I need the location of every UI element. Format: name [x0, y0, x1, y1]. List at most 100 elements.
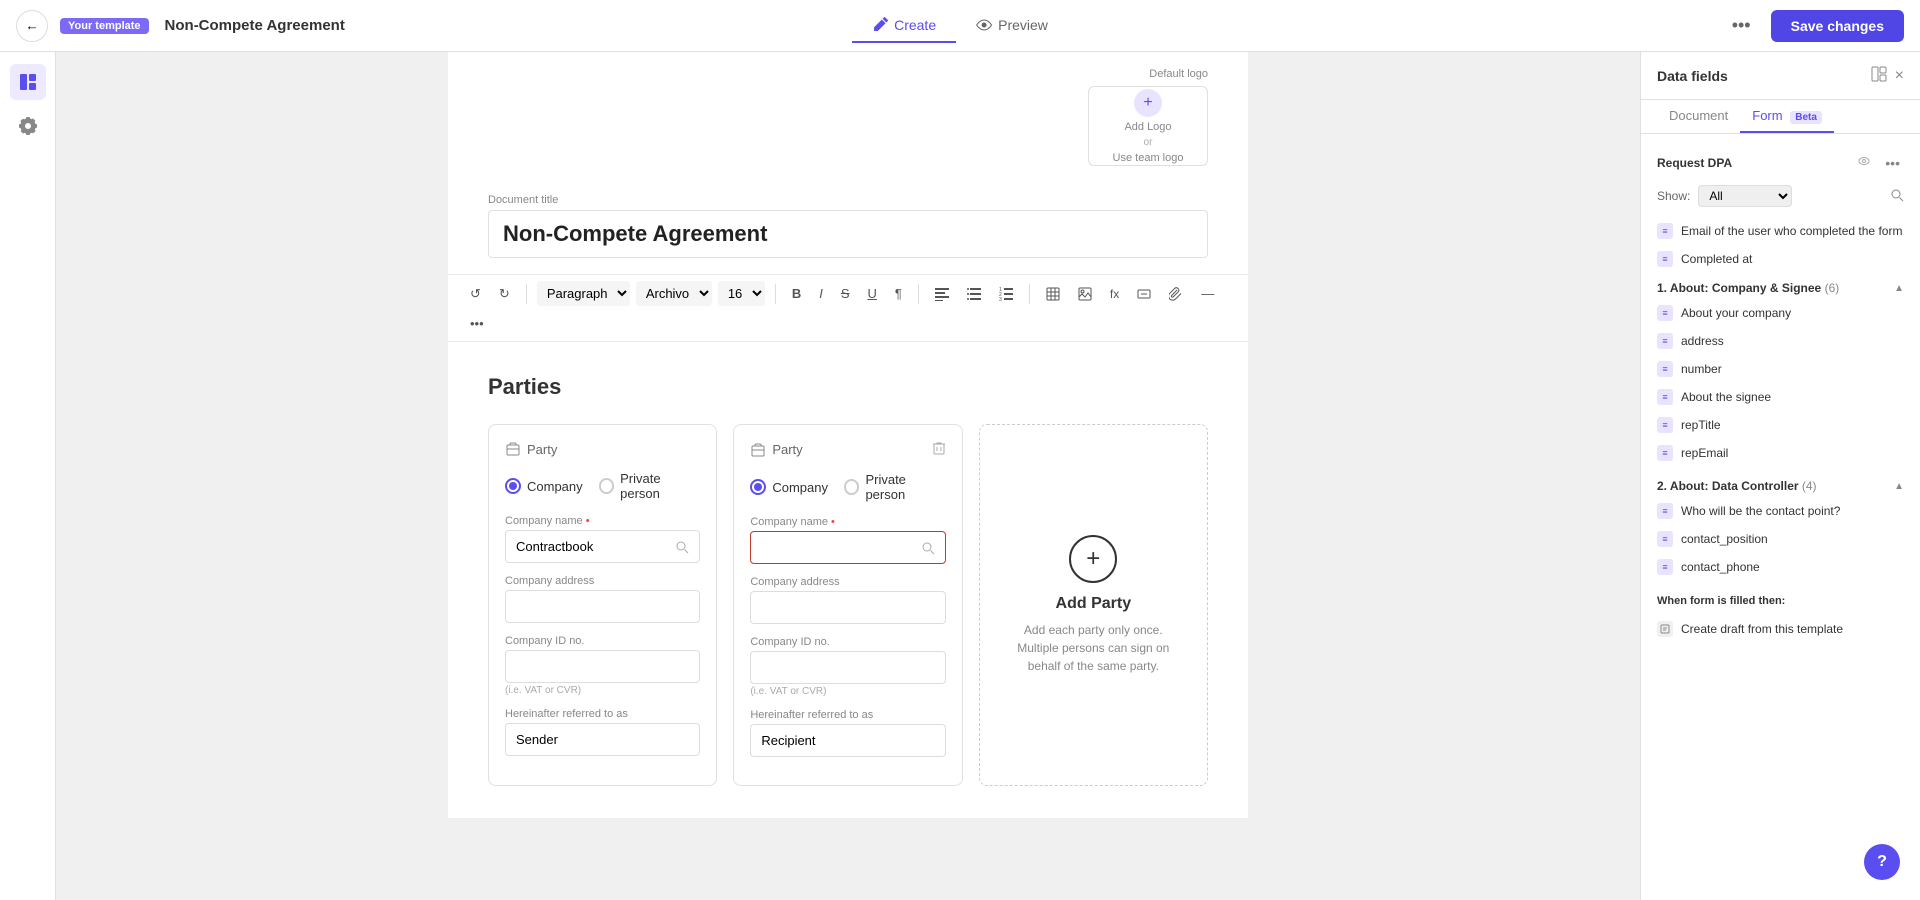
font-select[interactable]: Archivo — [636, 281, 712, 306]
field-about-signee[interactable]: ≡ About the signee — [1641, 383, 1920, 411]
party-1-id-hint: (i.e. VAT or CVR) — [505, 685, 700, 696]
hr-button[interactable]: — — [1195, 282, 1220, 305]
party-1-name-input[interactable] — [516, 539, 675, 554]
field-rep-email[interactable]: ≡ repEmail — [1641, 439, 1920, 467]
tab-create[interactable]: Create — [852, 9, 956, 43]
panel-tab-document[interactable]: Document — [1657, 100, 1740, 133]
party-2-id-input[interactable] — [761, 660, 934, 675]
parties-heading: Parties — [488, 374, 1208, 400]
request-dpa-eye-button[interactable] — [1853, 152, 1875, 173]
back-button[interactable]: ← — [16, 10, 48, 42]
sidebar-settings-icon[interactable] — [10, 108, 46, 144]
party-1-private-radio[interactable]: Private person — [599, 471, 701, 501]
panel-tab-form[interactable]: Form Beta — [1740, 100, 1834, 133]
section-data-controller-header[interactable]: 2. About: Data Controller (4) ▲ — [1641, 471, 1920, 497]
party-1-private-label: Private person — [620, 471, 700, 501]
when-form-draft-label: Create draft from this template — [1681, 622, 1843, 636]
table-button[interactable] — [1040, 283, 1066, 305]
when-form-item-draft[interactable]: Create draft from this template — [1657, 615, 1904, 643]
party-1-company-radio[interactable]: Company — [505, 471, 583, 501]
right-panel: Data fields × Document Form Beta — [1640, 52, 1920, 900]
panel-close-button[interactable]: × — [1895, 67, 1904, 85]
size-select[interactable]: 16 12 14 18 — [718, 281, 765, 306]
toolbar-sep-2 — [775, 284, 776, 304]
panel-expand-button[interactable] — [1867, 64, 1891, 87]
svg-text:3: 3 — [999, 297, 1002, 301]
party-2-referred-input-wrapper — [750, 724, 945, 757]
when-form-draft-icon — [1657, 621, 1673, 637]
pilcrow-button[interactable]: ¶ — [889, 282, 908, 305]
field-label-address: address — [1681, 334, 1724, 348]
field-label-rep-title: repTitle — [1681, 418, 1721, 432]
formula-button[interactable]: fx — [1104, 283, 1125, 305]
field-item-email[interactable]: ≡ Email of the user who completed the fo… — [1641, 217, 1920, 245]
save-button[interactable]: Save changes — [1771, 10, 1904, 42]
party-1-id-input[interactable] — [516, 659, 689, 674]
field-label-contact: Who will be the contact point? — [1681, 504, 1840, 518]
add-party-description: Add each party only once.Multiple person… — [1017, 621, 1169, 675]
ordered-list-button[interactable]: 123 — [993, 283, 1019, 305]
logo-box[interactable]: + Add Logo or Use team logo — [1088, 86, 1208, 166]
help-icon: ? — [1877, 853, 1887, 871]
topbar: ← Your template Non-Compete Agreement Cr… — [0, 0, 1920, 52]
party-2-delete-button[interactable] — [932, 441, 946, 458]
document-area: Default logo + Add Logo or Use team logo… — [56, 52, 1640, 900]
logo-section: Default logo + Add Logo or Use team logo — [448, 52, 1248, 182]
sidebar-layout-icon[interactable] — [10, 64, 46, 100]
field-address[interactable]: ≡ address — [1641, 327, 1920, 355]
field-icon-signee: ≡ — [1657, 389, 1673, 405]
party-2-name-input[interactable] — [761, 540, 920, 555]
list-button[interactable] — [961, 283, 987, 305]
field-about-company[interactable]: ≡ About your company — [1641, 299, 1920, 327]
bold-button[interactable]: B — [786, 282, 807, 305]
party-2-referred-input[interactable] — [761, 733, 934, 748]
tab-preview[interactable]: Preview — [956, 9, 1068, 43]
add-logo-label: Add Logo — [1124, 121, 1171, 133]
party-2-company-radio[interactable]: Company — [750, 472, 828, 502]
chevron-up-2: ▲ — [1894, 481, 1904, 492]
show-select[interactable]: All Form fields — [1698, 185, 1792, 207]
field-contact-position[interactable]: ≡ contact_position — [1641, 525, 1920, 553]
section-2-title: 2. About: Data Controller (4) — [1657, 479, 1817, 493]
strikethrough-button[interactable]: S — [835, 282, 856, 305]
field-icon-email: ≡ — [1657, 223, 1673, 239]
field-item-completed-at[interactable]: ≡ Completed at — [1641, 245, 1920, 273]
doc-title-input[interactable] — [488, 210, 1208, 258]
party-2-address-input[interactable] — [761, 600, 934, 615]
right-panel-title: Data fields — [1657, 68, 1728, 84]
redo-button[interactable]: ↻ — [493, 282, 516, 306]
request-dpa-more-button[interactable]: ••• — [1881, 152, 1904, 173]
panel-tabs: Document Form Beta — [1641, 100, 1920, 134]
field-rep-title[interactable]: ≡ repTitle — [1641, 411, 1920, 439]
underline-button[interactable]: U — [862, 282, 883, 305]
party-icon-1 — [505, 441, 521, 457]
search-button[interactable] — [1890, 188, 1904, 205]
add-party-card[interactable]: + Add Party Add each party only once.Mul… — [979, 424, 1208, 786]
align-button[interactable] — [929, 283, 955, 305]
field-number[interactable]: ≡ number — [1641, 355, 1920, 383]
image-button[interactable] — [1072, 283, 1098, 305]
party-1-address-input[interactable] — [516, 599, 689, 614]
party-1-referred-input[interactable] — [516, 732, 689, 747]
paragraph-select[interactable]: Paragraph Heading 1 Heading 2 — [537, 281, 630, 306]
search-icon-1 — [675, 540, 689, 554]
party-2-private-radio[interactable]: Private person — [844, 472, 946, 502]
party-2-address-label: Company address — [750, 576, 945, 588]
more-toolbar-button[interactable]: ••• — [464, 312, 490, 335]
field-contact-point[interactable]: ≡ Who will be the contact point? — [1641, 497, 1920, 525]
party-2-private-label: Private person — [865, 472, 945, 502]
party-1-label: Party — [505, 441, 557, 457]
field-button[interactable] — [1131, 283, 1157, 305]
help-button[interactable]: ? — [1864, 844, 1900, 880]
chevron-up-1: ▲ — [1894, 283, 1904, 294]
attachment-button[interactable] — [1163, 283, 1189, 305]
italic-button[interactable]: I — [813, 282, 829, 305]
party-2-label: Party — [750, 442, 802, 458]
field-icon-completed: ≡ — [1657, 251, 1673, 267]
section-company-signee-header[interactable]: 1. About: Company & Signee (6) ▲ — [1641, 273, 1920, 299]
undo-button[interactable]: ↺ — [464, 282, 487, 306]
party-1-name-input-wrapper — [505, 530, 700, 563]
attachment-icon — [1169, 287, 1183, 301]
field-contact-phone[interactable]: ≡ contact_phone — [1641, 553, 1920, 581]
more-button[interactable]: ••• — [1724, 11, 1759, 40]
